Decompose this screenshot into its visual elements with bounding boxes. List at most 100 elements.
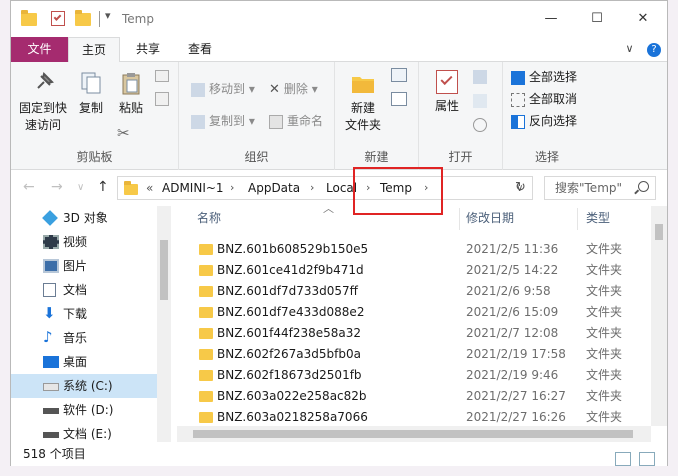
- explorer-window: ▾ Temp — ☐ ✕ 文件 主页 共享 查看 ∨ ? 固定到快 速访问 复制…: [10, 0, 668, 466]
- refresh-button[interactable]: ↻: [515, 180, 526, 195]
- close-button[interactable]: ✕: [621, 5, 665, 33]
- ribbon-expand-icon[interactable]: ∨: [625, 42, 633, 55]
- back-button[interactable]: ←: [23, 179, 35, 195]
- new-folder-quick-icon[interactable]: [75, 10, 91, 27]
- paste-label: 粘贴: [118, 101, 143, 115]
- file-row[interactable]: BNZ.601df7d733d057ff 2021/2/6 9:58 文件夹: [177, 281, 651, 302]
- horizontal-scrollbar-thumb[interactable]: [193, 430, 633, 438]
- nav-item-3d-objects[interactable]: 3D 对象: [11, 206, 157, 230]
- file-row[interactable]: BNZ.603a0218258a7066 2021/2/27 16:26 文件夹: [177, 407, 651, 428]
- file-row[interactable]: BNZ.601b608529b150e5 2021/2/5 11:36 文件夹: [177, 239, 651, 260]
- minimize-button[interactable]: —: [529, 5, 573, 33]
- file-type: 文件夹: [586, 284, 623, 298]
- forward-button[interactable]: →: [51, 179, 63, 195]
- nav-item-music[interactable]: ♪ 音乐: [11, 326, 157, 350]
- paste-shortcut-icon[interactable]: [155, 92, 169, 106]
- properties-icon: [436, 70, 458, 94]
- pin-quick-access-button[interactable]: 固定到快 速访问: [17, 70, 69, 134]
- breadcrumb-separator[interactable]: ›: [310, 181, 314, 194]
- tab-share[interactable]: 共享: [123, 37, 173, 62]
- cut-icon[interactable]: ✂: [117, 124, 130, 142]
- copy-button[interactable]: 复制: [73, 70, 109, 117]
- history-icon[interactable]: [473, 118, 487, 132]
- up-button[interactable]: ↑: [97, 179, 109, 195]
- file-row[interactable]: BNZ.603a022e258ac82b 2021/2/27 16:27 文件夹: [177, 386, 651, 407]
- properties-button[interactable]: 属性: [427, 70, 467, 115]
- move-to-button[interactable]: 移动到 ▾: [191, 80, 255, 98]
- maximize-button[interactable]: ☐: [575, 5, 619, 33]
- select-all-label: 全部选择: [529, 70, 578, 84]
- nav-item-drive-c[interactable]: 系统 (C:): [11, 374, 157, 398]
- delete-label: 删除: [283, 82, 308, 96]
- status-bar: 518 个项目: [11, 442, 667, 466]
- tab-view[interactable]: 查看: [175, 37, 225, 62]
- nav-label: 3D 对象: [63, 211, 108, 225]
- invert-selection-label: 反向选择: [529, 114, 578, 128]
- breadcrumb-separator[interactable]: ›: [230, 181, 234, 194]
- copy-to-label: 复制到: [209, 114, 246, 128]
- nav-item-pictures[interactable]: 图片: [11, 254, 157, 278]
- rename-label: 重命名: [287, 114, 324, 128]
- delete-button[interactable]: ✕ 删除 ▾: [269, 80, 318, 98]
- copy-to-button[interactable]: 复制到 ▾: [191, 112, 255, 130]
- nav-item-videos[interactable]: 视频: [11, 230, 157, 254]
- nav-scrollbar[interactable]: [157, 206, 171, 442]
- select-all-button[interactable]: 全部选择: [511, 68, 577, 86]
- copy-to-icon: [191, 114, 205, 129]
- folder-icon: [199, 286, 213, 297]
- file-name: BNZ.601b608529b150e5: [217, 242, 369, 256]
- quick-access-dropdown-icon[interactable]: ▾: [105, 9, 111, 22]
- file-name: BNZ.601ce41d2f9b471d: [217, 263, 364, 277]
- nav-item-downloads[interactable]: ⬇ 下载: [11, 302, 157, 326]
- help-icon[interactable]: ?: [647, 43, 661, 57]
- nav-item-desktop[interactable]: 桌面: [11, 350, 157, 374]
- breadcrumb-overflow[interactable]: «: [146, 181, 153, 195]
- new-folder-button[interactable]: 新建 文件夹: [341, 70, 385, 134]
- paste-button[interactable]: 粘贴: [113, 70, 149, 117]
- file-row[interactable]: BNZ.602f18673d2501fb 2021/2/19 9:46 文件夹: [177, 365, 651, 386]
- edit-icon[interactable]: [473, 94, 487, 108]
- breadcrumb-admini[interactable]: ADMINI~1: [162, 181, 224, 195]
- column-header-modified[interactable]: 修改日期: [466, 206, 514, 230]
- details-view-icon[interactable]: [615, 451, 632, 466]
- file-row[interactable]: BNZ.601f44f238e58a32 2021/2/7 12:08 文件夹: [177, 323, 651, 344]
- easy-access-icon[interactable]: [391, 92, 407, 106]
- open-group-label: 打开: [448, 150, 473, 164]
- folder-icon: [21, 10, 37, 27]
- large-icons-view-icon[interactable]: [639, 451, 655, 466]
- nav-scrollbar-thumb[interactable]: [160, 240, 168, 300]
- folder-icon: [199, 244, 213, 255]
- file-row[interactable]: BNZ.602f267a3d5bfb0a 2021/2/19 17:58 文件夹: [177, 344, 651, 365]
- invert-selection-button[interactable]: 反向选择: [511, 112, 577, 130]
- file-list-scrollbar-thumb[interactable]: [655, 224, 663, 240]
- column-divider[interactable]: [577, 208, 578, 230]
- horizontal-scrollbar[interactable]: [177, 426, 651, 442]
- folder-icon: [199, 328, 213, 339]
- search-input[interactable]: 搜索"Temp": [544, 176, 656, 200]
- open-icon[interactable]: [473, 70, 487, 84]
- breadcrumb-appdata[interactable]: AppData: [248, 181, 300, 195]
- column-header-name[interactable]: 名称: [197, 206, 221, 230]
- properties-quick-icon[interactable]: [51, 11, 65, 26]
- new-item-icon[interactable]: [391, 68, 407, 82]
- column-divider[interactable]: [459, 208, 460, 230]
- view-buttons: [611, 446, 655, 470]
- file-row[interactable]: BNZ.601df7e433d088e2 2021/2/6 15:09 文件夹: [177, 302, 651, 323]
- column-header-type[interactable]: 类型: [586, 206, 610, 230]
- recent-locations-button[interactable]: ∨: [77, 182, 84, 193]
- nav-item-documents[interactable]: 文档: [11, 278, 157, 302]
- organize-group-label: 组织: [244, 150, 269, 164]
- file-list: ︿ 名称 修改日期 类型 BNZ.601b608529b150e5 2021/2…: [177, 202, 667, 442]
- select-none-button[interactable]: 全部取消: [511, 90, 577, 108]
- rename-button[interactable]: 重命名: [269, 112, 323, 130]
- file-row[interactable]: BNZ.601ce41d2f9b471d 2021/2/5 14:22 文件夹: [177, 260, 651, 281]
- nav-label: 桌面: [63, 355, 88, 369]
- tab-file[interactable]: 文件: [11, 37, 68, 62]
- group-clipboard: 固定到快 速访问 复制 粘贴 ✂ 剪贴板: [11, 62, 179, 170]
- address-bar[interactable]: « ADMINI~1 › AppData › Local › Temp › ∨: [117, 176, 533, 200]
- invert-selection-icon: [511, 114, 525, 129]
- nav-item-drive-d[interactable]: 软件 (D:): [11, 398, 157, 422]
- copy-path-icon[interactable]: [155, 70, 169, 82]
- file-list-scrollbar[interactable]: [651, 206, 667, 426]
- tab-home[interactable]: 主页: [68, 37, 120, 63]
